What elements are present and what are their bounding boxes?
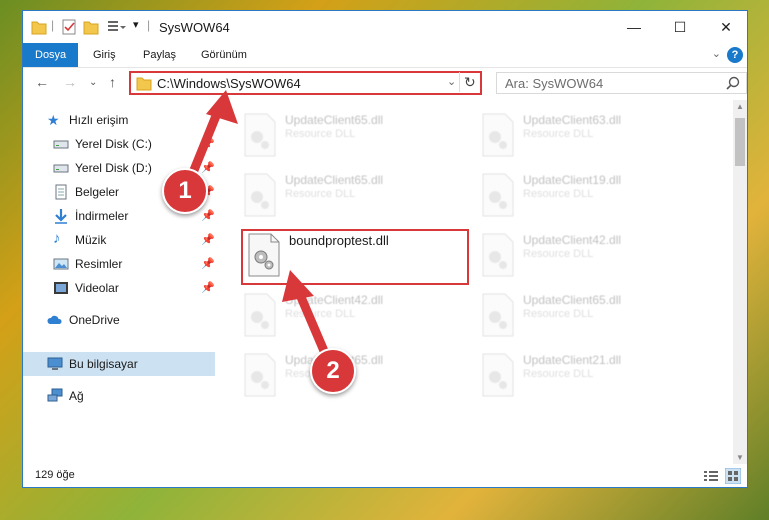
annotation-arrows (185, 90, 335, 370)
step-badge-1: 1 (162, 168, 208, 214)
arrow-1 (185, 90, 238, 185)
step-badge-2: 2 (310, 348, 356, 394)
